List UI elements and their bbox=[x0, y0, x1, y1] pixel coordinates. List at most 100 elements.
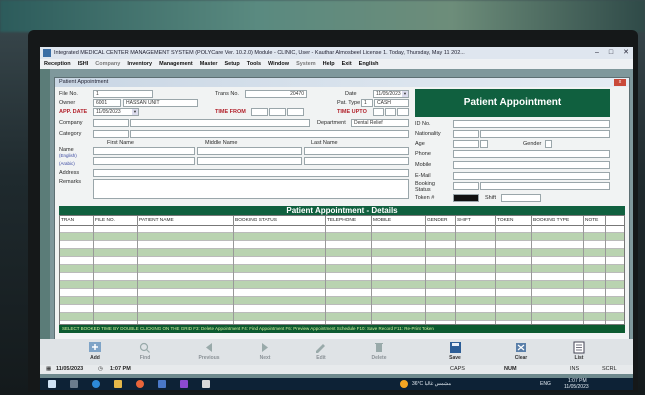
menu-tools[interactable]: Tools bbox=[247, 59, 261, 69]
list-button[interactable]: List bbox=[560, 340, 598, 364]
table-row[interactable] bbox=[60, 257, 624, 265]
pat-type-field[interactable]: CASH bbox=[374, 99, 409, 107]
menu-window[interactable]: Window bbox=[268, 59, 289, 69]
first-name-arabic-field[interactable] bbox=[93, 157, 195, 165]
save-button[interactable]: Save bbox=[436, 340, 474, 364]
table-row[interactable] bbox=[60, 265, 624, 273]
add-button[interactable]: Add bbox=[76, 340, 114, 364]
grid-col-telephone[interactable]: TELEPHONE bbox=[326, 216, 372, 225]
clear-button[interactable]: Clear bbox=[502, 340, 540, 364]
table-row[interactable] bbox=[60, 305, 624, 313]
booking-status-field[interactable] bbox=[480, 182, 610, 190]
taskbar-lang[interactable]: ENG bbox=[540, 378, 551, 390]
maximize-icon[interactable]: □ bbox=[609, 47, 613, 59]
table-row[interactable] bbox=[60, 297, 624, 305]
middle-name-arabic-field[interactable] bbox=[197, 157, 302, 165]
time-from-minute[interactable] bbox=[269, 108, 286, 116]
age-field[interactable] bbox=[453, 140, 479, 148]
form-close-button[interactable]: x bbox=[614, 79, 626, 86]
grid-col-patient-name[interactable]: PATIENT NAME bbox=[138, 216, 234, 225]
chrome-icon[interactable] bbox=[136, 380, 144, 388]
time-from-hour[interactable] bbox=[251, 108, 268, 116]
category-code-field[interactable] bbox=[93, 130, 129, 138]
grid-col-shift[interactable]: SHIFT bbox=[456, 216, 496, 225]
previous-button[interactable]: Previous bbox=[190, 340, 228, 364]
delete-button[interactable]: Delete bbox=[360, 340, 398, 364]
menu-reception[interactable]: Reception bbox=[44, 59, 71, 69]
first-name-english-field[interactable] bbox=[93, 147, 195, 155]
edge-icon[interactable] bbox=[92, 380, 100, 388]
mobile-field[interactable] bbox=[453, 161, 610, 169]
next-button[interactable]: Next bbox=[246, 340, 284, 364]
last-name-arabic-field[interactable] bbox=[304, 157, 409, 165]
menu-company[interactable]: Company bbox=[95, 59, 120, 69]
file-explorer-icon[interactable] bbox=[114, 380, 122, 388]
details-grid[interactable]: TRAN FILE NO. PATIENT NAME BOOKING STATUS TE… bbox=[59, 215, 625, 325]
menu-exit[interactable]: Exit bbox=[342, 59, 352, 69]
menu-ishi[interactable]: ISHI bbox=[78, 59, 89, 69]
app-icon-2[interactable] bbox=[202, 380, 210, 388]
date-field[interactable]: 11/05/2023 ▼ bbox=[373, 90, 409, 98]
app-icon-1[interactable] bbox=[180, 380, 188, 388]
edit-button[interactable]: Edit bbox=[302, 340, 340, 364]
nationality-field[interactable] bbox=[480, 130, 610, 138]
grid-col-note[interactable]: NOTE bbox=[584, 216, 606, 225]
table-row[interactable] bbox=[60, 249, 624, 257]
menu-master[interactable]: Master bbox=[200, 59, 218, 69]
grid-col-file-no[interactable]: FILE NO. bbox=[94, 216, 138, 225]
menu-help[interactable]: Help bbox=[323, 59, 335, 69]
table-row[interactable] bbox=[60, 273, 624, 281]
remarks-field[interactable] bbox=[93, 179, 409, 199]
appt-date-field[interactable]: 11/05/2023 ▼ bbox=[93, 108, 139, 116]
menu-inventory[interactable]: Inventory bbox=[127, 59, 152, 69]
id-no-field[interactable] bbox=[453, 120, 610, 128]
time-upto-hour[interactable] bbox=[373, 108, 384, 116]
company-code-field[interactable] bbox=[93, 119, 129, 127]
table-row[interactable] bbox=[60, 313, 624, 321]
company-name-field[interactable] bbox=[130, 119, 310, 127]
word-icon[interactable] bbox=[158, 380, 166, 388]
token-field[interactable] bbox=[453, 194, 479, 202]
gender-checkbox[interactable] bbox=[545, 140, 552, 148]
middle-name-english-field[interactable] bbox=[197, 147, 302, 155]
appt-date-dropdown-icon[interactable]: ▼ bbox=[132, 109, 138, 115]
time-upto-ampm[interactable] bbox=[397, 108, 409, 116]
department-field[interactable]: Dental Relief bbox=[351, 119, 409, 127]
grid-col-tran[interactable]: TRAN bbox=[60, 216, 94, 225]
grid-col-token[interactable]: TOKEN bbox=[496, 216, 532, 225]
pat-type-code-field[interactable]: 1 bbox=[361, 99, 373, 107]
phone-field[interactable] bbox=[453, 150, 610, 158]
table-row[interactable] bbox=[60, 225, 624, 233]
date-dropdown-icon[interactable]: ▼ bbox=[402, 91, 408, 97]
grid-col-gender[interactable]: GENDER bbox=[426, 216, 456, 225]
table-row[interactable] bbox=[60, 233, 624, 241]
time-upto-minute[interactable] bbox=[385, 108, 396, 116]
find-button[interactable]: Find bbox=[126, 340, 164, 364]
start-icon[interactable] bbox=[48, 380, 56, 388]
menu-english[interactable]: English bbox=[359, 59, 379, 69]
file-no-field[interactable]: 1 bbox=[93, 90, 153, 98]
menu-setup[interactable]: Setup bbox=[224, 59, 239, 69]
minimize-icon[interactable]: – bbox=[595, 47, 599, 59]
email-field[interactable] bbox=[453, 172, 610, 180]
trans-no-field[interactable]: 20470 bbox=[245, 90, 307, 98]
task-view-icon[interactable] bbox=[70, 380, 78, 388]
table-row[interactable] bbox=[60, 289, 624, 297]
nationality-code-field[interactable] bbox=[453, 130, 479, 138]
owner-name-field[interactable]: HASSAN UNIT bbox=[123, 99, 198, 107]
address-field[interactable] bbox=[93, 169, 409, 177]
grid-col-mobile[interactable]: MOBILE bbox=[372, 216, 426, 225]
close-icon[interactable]: ✕ bbox=[623, 47, 629, 59]
time-from-ampm[interactable] bbox=[287, 108, 304, 116]
table-row[interactable] bbox=[60, 281, 624, 289]
menu-system[interactable]: System bbox=[296, 59, 316, 69]
grid-col-booking-status[interactable]: BOOKING STATUS bbox=[234, 216, 326, 225]
grid-col-booking-type[interactable]: BOOKING TYPE bbox=[532, 216, 584, 225]
menu-management[interactable]: Management bbox=[159, 59, 193, 69]
owner-code-field[interactable]: 6001 bbox=[93, 99, 121, 107]
shift-field[interactable] bbox=[501, 194, 541, 202]
last-name-english-field[interactable] bbox=[304, 147, 409, 155]
age-unit-field[interactable] bbox=[480, 140, 488, 148]
category-name-field[interactable] bbox=[130, 130, 409, 138]
table-row[interactable] bbox=[60, 241, 624, 249]
